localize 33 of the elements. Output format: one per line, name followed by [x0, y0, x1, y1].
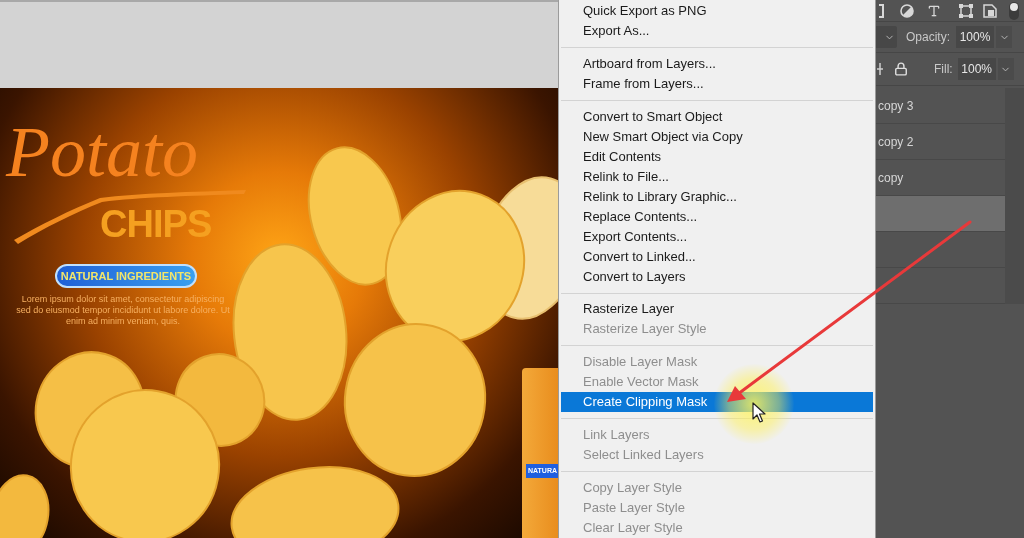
- menu-item[interactable]: Quick Export as PNG: [561, 1, 873, 21]
- body-text: Lorem ipsum dolor sit amet, consectetur adipiscing sed do eiusmod tempor incididunt ut labore dolore. Ut enim ad minim veniam, quis.: [15, 294, 231, 327]
- bracket-icon[interactable]: [879, 3, 884, 18]
- menu-item[interactable]: New Smart Object via Copy: [561, 126, 873, 147]
- fill-label: Fill:: [934, 61, 953, 78]
- shape-icon[interactable]: [959, 3, 973, 18]
- toggle-icon[interactable]: [1009, 1, 1019, 20]
- scrollbar-track[interactable]: [1005, 88, 1024, 304]
- potato-chip: [0, 474, 50, 538]
- menu-item[interactable]: Rasterize Layer: [561, 299, 873, 320]
- fill-field[interactable]: 100%: [957, 58, 996, 80]
- type-icon[interactable]: [927, 3, 941, 18]
- menu-item[interactable]: Frame from Layers...: [561, 73, 873, 94]
- menu-item[interactable]: Convert to Linked...: [561, 246, 873, 267]
- lock-icon[interactable]: [894, 62, 908, 76]
- opacity-label: Opacity:: [906, 29, 950, 46]
- menu-item[interactable]: Create Clipping Mask: [561, 392, 873, 413]
- pointer-cursor-icon: [752, 402, 766, 423]
- menu-item[interactable]: Convert to Smart Object: [561, 106, 873, 127]
- opacity-field[interactable]: 100%: [956, 26, 994, 48]
- menu-item[interactable]: Relink to Library Graphic...: [561, 186, 873, 207]
- menu-item[interactable]: Export Contents...: [561, 226, 873, 247]
- menu-item[interactable]: Relink to File...: [561, 166, 873, 187]
- crosshair-icon[interactable]: [877, 62, 883, 76]
- document-icon[interactable]: [983, 3, 997, 18]
- menu-item[interactable]: Convert to Layers: [561, 266, 873, 287]
- menu-item[interactable]: Artboard from Layers...: [561, 53, 873, 74]
- contrast-icon[interactable]: [900, 3, 914, 18]
- ingredients-badge: NATURAL INGREDIENTS: [55, 264, 197, 288]
- chips-title: CHIPS: [100, 205, 212, 243]
- menu-item[interactable]: Export As...: [561, 21, 873, 41]
- menu-item[interactable]: Replace Contents...: [561, 206, 873, 227]
- menu-item[interactable]: Edit Contents: [561, 146, 873, 167]
